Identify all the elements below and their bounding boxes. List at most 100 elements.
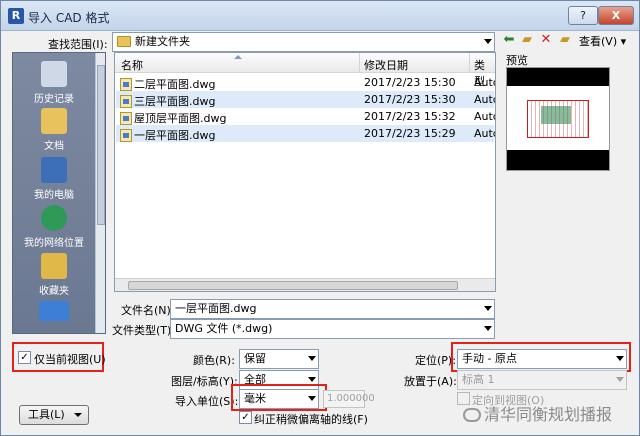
new-folder-icon[interactable]: ▰ (557, 32, 573, 48)
delete-icon[interactable]: ✕ (538, 32, 554, 48)
places-scrollbar[interactable] (95, 53, 105, 333)
import-cad-dialog: R 导入 CAD 格式 ? X 查找范围(I): 新建文件夹 ⬅ ▰ ✕ ▰ 查… (0, 0, 640, 436)
place-desktop[interactable] (13, 301, 95, 324)
up-folder-icon[interactable]: ▰ (519, 32, 535, 48)
chevron-down-icon (616, 356, 624, 361)
lookin-combo[interactable]: 新建文件夹 (112, 32, 495, 52)
scroll-thumb[interactable] (128, 281, 458, 290)
file-name: 三层平面图.dwg (134, 95, 216, 108)
place-label: 历史记录 (34, 94, 74, 105)
chevron-down-icon (308, 377, 316, 382)
file-date: 2017/2/23 15:30 (364, 76, 456, 89)
place-history[interactable]: 历史记录 (13, 61, 95, 105)
positioning-combo[interactable]: 手动 - 原点 (457, 349, 627, 369)
place-label: 文档 (44, 141, 64, 152)
current-view-label: 仅当前视图(U) (34, 353, 106, 366)
filetype-value: DWG 文件 (*.dwg) (175, 322, 273, 335)
file-list[interactable]: 名称 修改日期 类型 二层平面图.dwg 2017/2/23 15:30 Aut… (114, 52, 496, 292)
file-date: 2017/2/23 15:29 (364, 127, 456, 140)
color-value: 保留 (244, 352, 266, 365)
network-globe-icon (41, 205, 67, 231)
view-menu-label: 查看(V) (579, 35, 618, 48)
dwg-file-icon (120, 95, 132, 108)
filename-input[interactable]: 一层平面图.dwg (170, 299, 495, 319)
chevron-down-icon (74, 413, 82, 417)
units-label: 导入单位(S): (175, 395, 239, 408)
file-date: 2017/2/23 15:32 (364, 110, 456, 123)
scroll-thumb[interactable] (97, 65, 105, 225)
sort-ascending-icon (234, 55, 242, 59)
close-button[interactable]: X (598, 6, 634, 25)
file-row[interactable]: 一层平面图.dwg 2017/2/23 15:29 Autc (116, 125, 495, 142)
column-divider[interactable] (469, 53, 470, 73)
place-label: 收藏夹 (39, 286, 69, 297)
file-row[interactable]: 屋顶层平面图.dwg 2017/2/23 15:32 Autc (116, 108, 495, 125)
documents-folder-icon (41, 108, 67, 134)
file-row[interactable]: 三层平面图.dwg 2017/2/23 15:30 Autc (116, 91, 495, 108)
chevron-down-icon (484, 39, 492, 44)
dwg-file-icon (120, 78, 132, 91)
color-combo[interactable]: 保留 (239, 349, 319, 369)
place-at-value: 标高 1 (462, 373, 495, 386)
preview-pane (506, 67, 610, 171)
wechat-icon (463, 408, 481, 422)
computer-icon (41, 157, 67, 183)
place-my-computer[interactable]: 我的电脑 (13, 157, 95, 201)
file-type: Autc (474, 76, 495, 89)
units-value: 毫米 (244, 392, 266, 405)
dialog-title: 导入 CAD 格式 (28, 11, 110, 25)
revit-app-icon: R (8, 8, 24, 24)
filetype-combo[interactable]: DWG 文件 (*.dwg) (170, 319, 495, 339)
file-row[interactable]: 二层平面图.dwg 2017/2/23 15:30 Autc (116, 74, 495, 91)
lookin-label: 查找范围(I): (48, 38, 108, 51)
preview-label: 预览 (506, 54, 528, 67)
dwg-file-icon (120, 129, 132, 142)
place-documents[interactable]: 文档 (13, 108, 95, 152)
history-icon (41, 61, 67, 87)
preview-band-bottom (507, 150, 609, 170)
correct-lines-checkbox[interactable]: ✓ (239, 411, 252, 424)
positioning-label: 定位(P): (415, 354, 456, 367)
dwg-file-icon (120, 112, 132, 125)
chevron-down-icon (484, 306, 492, 311)
place-label: 我的电脑 (34, 190, 74, 201)
horizontal-scrollbar[interactable] (115, 278, 495, 291)
file-list-header: 名称 修改日期 类型 (115, 53, 495, 88)
file-name: 二层平面图.dwg (134, 78, 216, 91)
places-bar: 历史记录 文档 我的电脑 我的网络位置 收藏夹 (12, 52, 106, 334)
column-date[interactable]: 修改日期 (364, 57, 408, 73)
chevron-down-icon (308, 396, 316, 401)
place-favorites[interactable]: 收藏夹 (13, 253, 95, 297)
view-menu[interactable]: 查看(V) ▾ (579, 33, 626, 49)
correct-lines-label: 纠正稍微偏离轴的线(F) (254, 413, 368, 426)
chevron-down-icon (616, 377, 624, 382)
unit-factor-field[interactable]: 1.000000 (323, 390, 375, 408)
favorites-folder-icon (41, 253, 67, 279)
preview-band-top (507, 68, 609, 86)
column-name[interactable]: 名称 (121, 57, 143, 73)
tools-label: 工具(L) (28, 408, 65, 421)
folder-icon (117, 36, 131, 47)
place-network[interactable]: 我的网络位置 (13, 205, 95, 249)
chevron-down-icon (484, 326, 492, 331)
file-type: Autc (474, 127, 495, 140)
column-divider[interactable] (359, 53, 360, 73)
lookin-value: 新建文件夹 (135, 35, 190, 48)
units-combo[interactable]: 毫米 (239, 389, 319, 409)
filename-value: 一层平面图.dwg (175, 302, 257, 315)
place-at-combo[interactable]: 标高 1 (457, 370, 627, 390)
color-label: 颜色(R): (193, 354, 235, 367)
file-type: Autc (474, 110, 495, 123)
help-button[interactable]: ? (568, 6, 598, 25)
positioning-value: 手动 - 原点 (462, 352, 517, 365)
file-name: 屋顶层平面图.dwg (134, 112, 227, 125)
file-date: 2017/2/23 15:30 (364, 93, 456, 106)
back-arrow-icon[interactable]: ⬅ (501, 32, 517, 48)
place-label: 我的网络位置 (24, 238, 84, 249)
title-bar: R 导入 CAD 格式 ? X (1, 1, 639, 31)
current-view-checkbox[interactable]: ✓ (18, 351, 31, 364)
place-at-label: 放置于(A): (404, 375, 457, 388)
tools-button[interactable]: 工具(L) (19, 405, 89, 425)
file-type: Autc (474, 93, 495, 106)
desktop-icon (39, 301, 69, 321)
